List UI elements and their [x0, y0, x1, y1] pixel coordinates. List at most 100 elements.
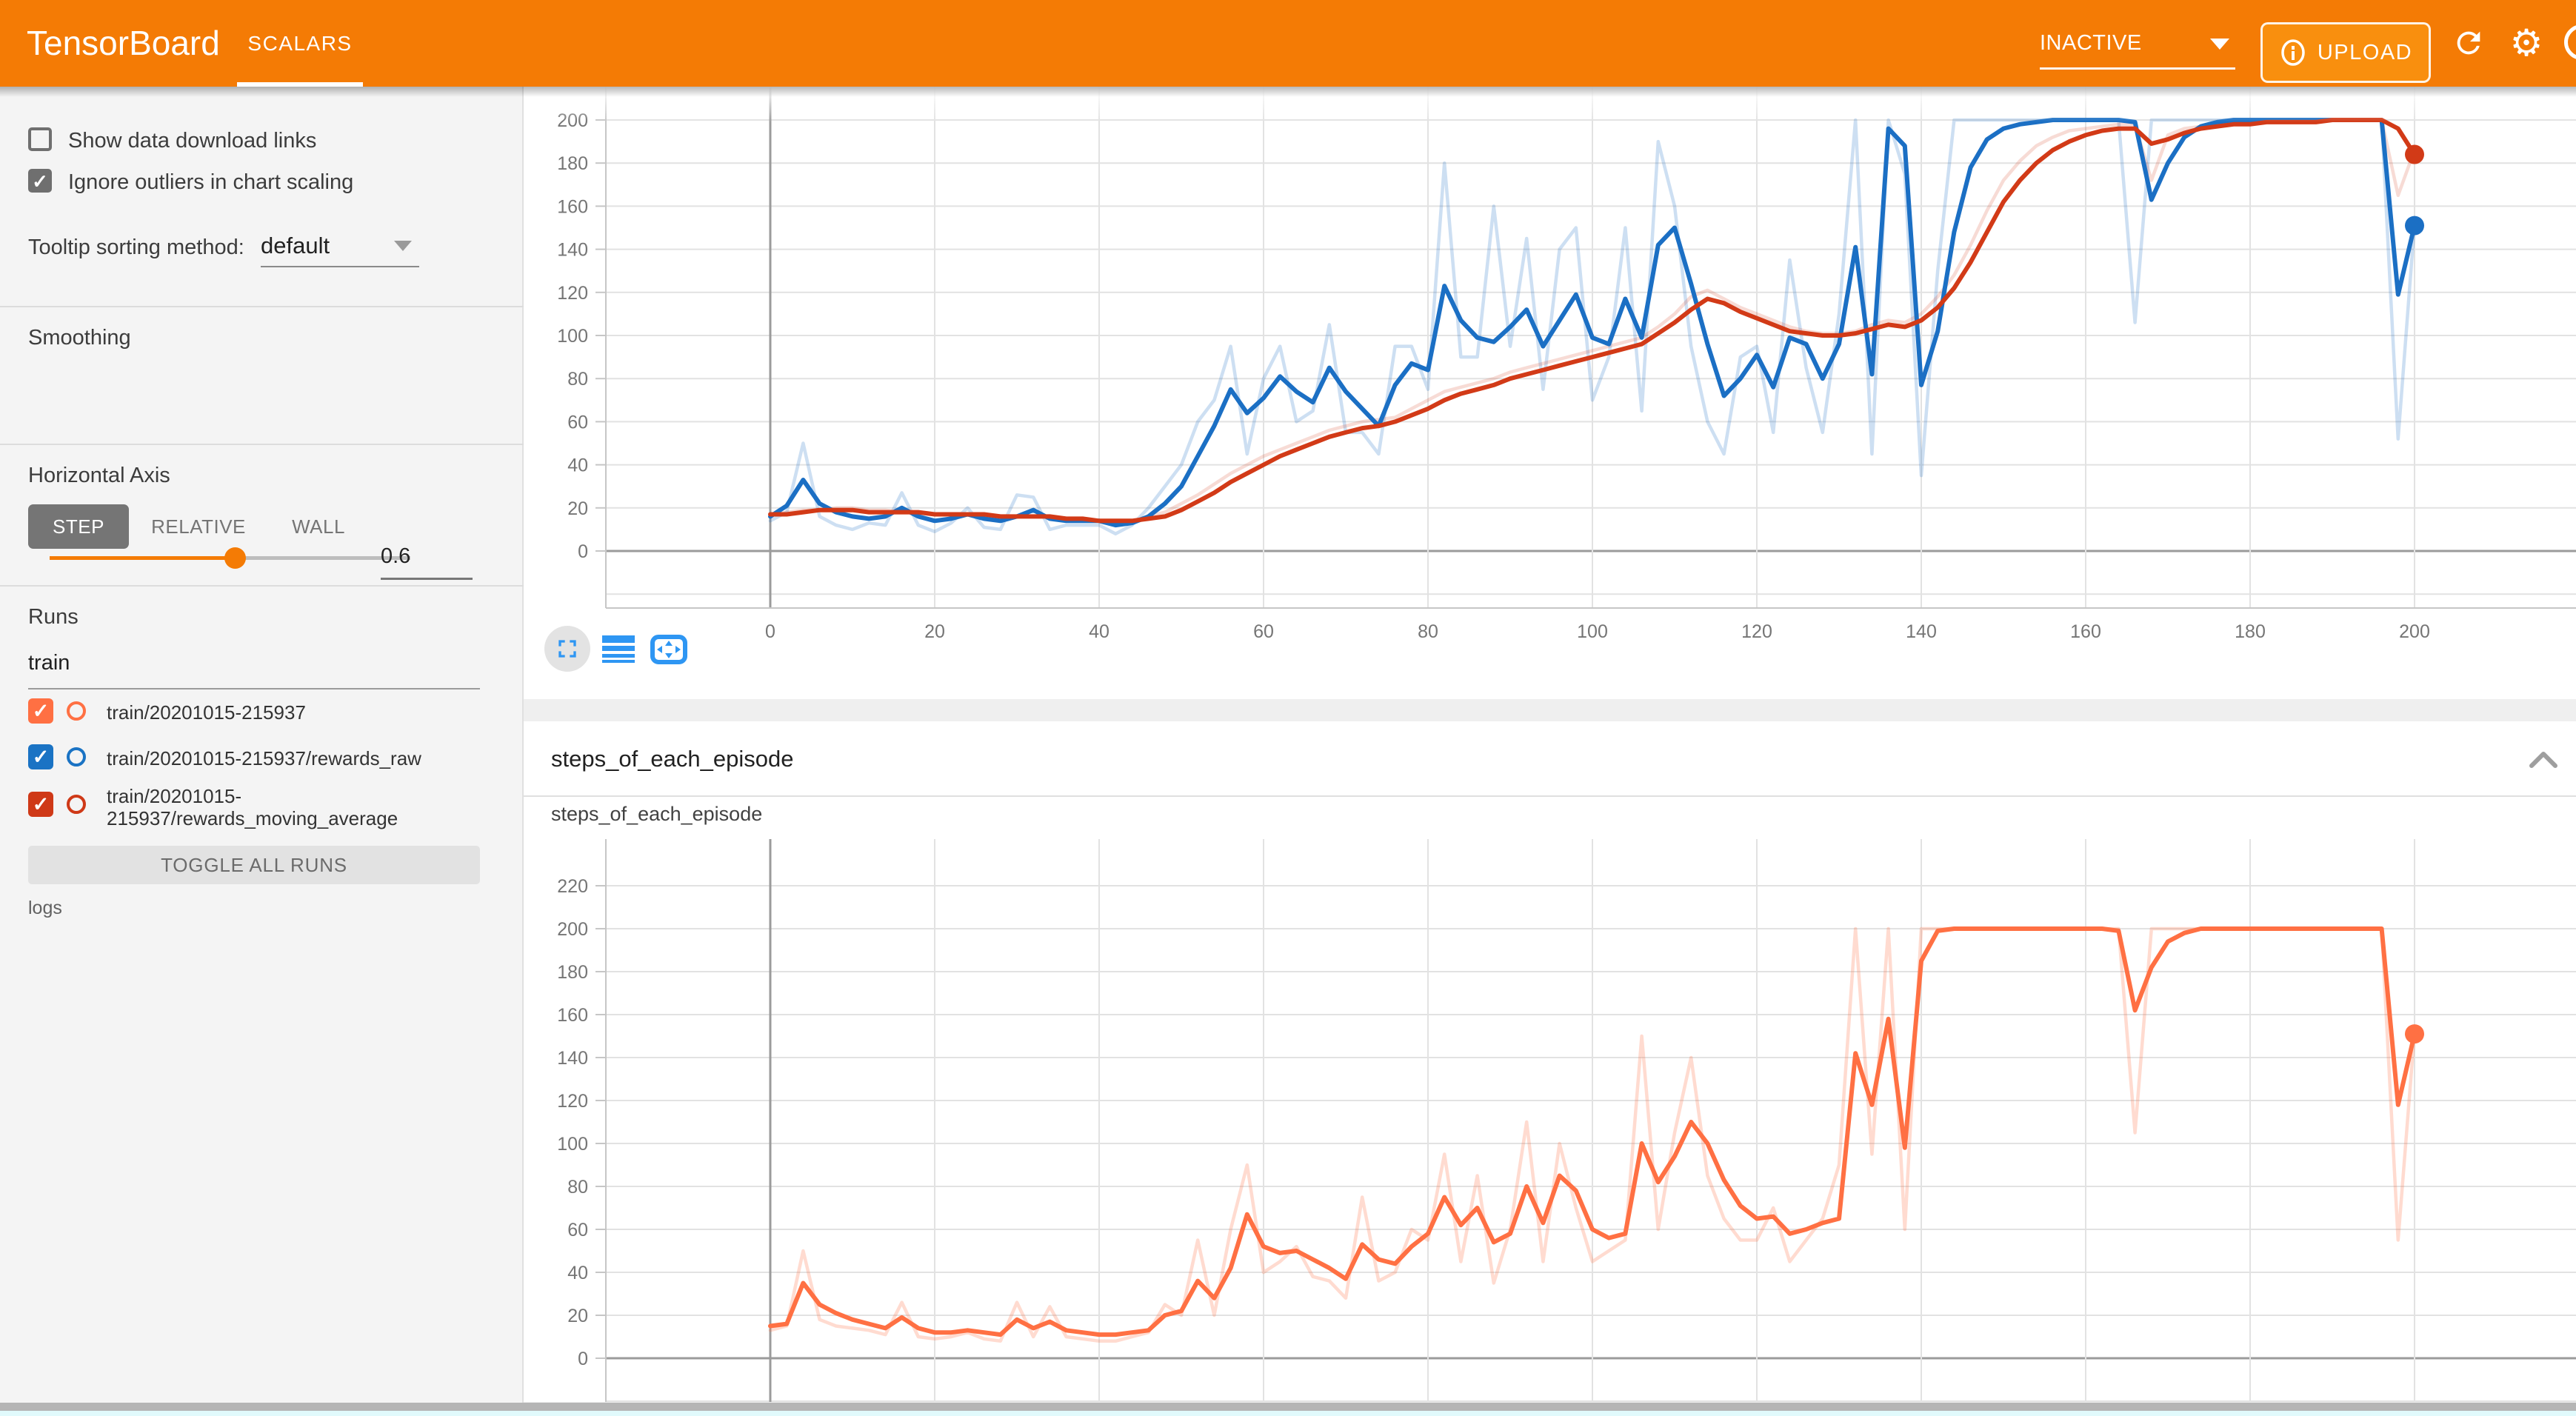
refresh-button[interactable]: [2450, 24, 2487, 61]
horizontal-scrollbar[interactable]: [0, 1403, 2576, 1411]
bottom-chart[interactable]: 020406080100120140160180200220: [524, 797, 2576, 1402]
y-axis-tick-label: 0: [578, 541, 588, 562]
smoothing-slider-knob[interactable]: [224, 547, 246, 569]
chevron-down-icon[interactable]: [2210, 39, 2229, 50]
divider: [0, 306, 524, 307]
series-endpoint-dot[interactable]: [2405, 1024, 2424, 1043]
ignore-outliers-checkbox[interactable]: ✓: [28, 169, 52, 193]
upload-label: UPLOAD: [2318, 41, 2412, 65]
run-color-swatch: [67, 795, 86, 814]
chevron-down-icon[interactable]: [394, 241, 412, 251]
y-axis-tick-label: 100: [557, 1134, 588, 1155]
y-axis-tick-label: 120: [557, 1091, 588, 1112]
section-header[interactable]: steps_of_each_episode: [524, 721, 2576, 797]
y-axis-tick-label: 140: [557, 240, 588, 261]
y-axis-tick-label: 60: [567, 1220, 588, 1240]
gear-icon: ⚙: [2510, 21, 2543, 64]
top-chart[interactable]: 0 20 40 60 80 100 120 140 160 180 200 0 20 40 60 80 100 1…: [524, 87, 2576, 638]
x-axis-tick-label: 120: [1741, 621, 1772, 638]
divider: [0, 444, 524, 445]
refresh-icon: [2452, 26, 2486, 60]
page-bottom-strip: [0, 1411, 2576, 1416]
x-axis-tick-label: 200: [2399, 621, 2430, 638]
y-axis-tick-label: 200: [557, 919, 588, 940]
smoothing-slider-fill: [50, 556, 235, 560]
app-header: TensorBoard SCALARS INACTIVE UPLOAD ⚙: [0, 0, 2576, 87]
run-label: train/20201015-215937/rewards_moving_ave…: [107, 785, 507, 829]
y-axis-tick-label: 40: [567, 1263, 588, 1283]
header-shadow: [0, 87, 2576, 97]
runs-filter-underline: [28, 688, 480, 689]
status-dropdown-underline: [2040, 67, 2235, 70]
expand-icon[interactable]: [553, 634, 582, 664]
show-download-links-label: Show data download links: [68, 129, 316, 153]
x-axis-tick-label: 180: [2235, 621, 2266, 638]
tooltip-select-underline: [261, 266, 419, 267]
smoothing-label: Smoothing: [28, 326, 131, 350]
y-axis-tick-label: 80: [567, 1177, 588, 1198]
x-axis-tick-label: 0: [765, 621, 775, 638]
app-logo: TensorBoard: [27, 0, 220, 87]
y-axis-tick-label: 220: [557, 876, 588, 897]
run-color-swatch: [67, 747, 86, 767]
horizontal-axis-label: Horizontal Axis: [28, 464, 170, 488]
runs-label: Runs: [28, 605, 79, 629]
info-icon: [2279, 39, 2307, 67]
y-axis-tick-label: 0: [578, 1349, 588, 1369]
y-axis-tick-label: 20: [567, 1306, 588, 1326]
y-axis-tick-label: 180: [557, 153, 588, 174]
x-axis-tick-label: 40: [1089, 621, 1110, 638]
y-axis-tick-label: 120: [557, 283, 588, 304]
tooltip-sorting-label: Tooltip sorting method:: [28, 236, 244, 260]
top-chart-canvas[interactable]: 0 20 40 60 80 100 120 140 160 180 200 0 20 40 60 80 100 1…: [524, 87, 2576, 638]
tab-active-indicator: [237, 82, 363, 87]
y-axis-tick-label: 80: [567, 369, 588, 390]
y-axis-tick-label: 160: [557, 196, 588, 217]
upload-button[interactable]: UPLOAD: [2260, 22, 2431, 83]
y-axis-tick-label: 180: [557, 962, 588, 983]
y-axis-tick-label: 20: [567, 498, 588, 519]
y-axis-tick-label: 200: [557, 110, 588, 131]
y-axis-tick-label: 40: [567, 455, 588, 476]
divider: [0, 585, 524, 587]
run-checkbox[interactable]: ✓: [28, 792, 53, 817]
data-list-icon[interactable]: [602, 634, 635, 664]
axis-option-relative[interactable]: RELATIVE: [148, 504, 249, 549]
x-axis-tick-label: 140: [1906, 621, 1937, 638]
tab-scalars[interactable]: SCALARS: [237, 0, 363, 87]
series-endpoint-dot[interactable]: [2405, 216, 2424, 236]
run-label: train/20201015-215937: [107, 701, 507, 724]
x-axis-tick-label: 20: [924, 621, 945, 638]
section-title: steps_of_each_episode: [551, 721, 793, 797]
ignore-outliers-label: Ignore outliers in chart scaling: [68, 170, 353, 195]
y-axis-tick-label: 140: [557, 1048, 588, 1069]
series-endpoint-dot[interactable]: [2405, 145, 2424, 164]
logs-label: logs: [28, 898, 62, 919]
run-label: train/20201015-215937/rewards_raw: [107, 747, 507, 769]
run-checkbox[interactable]: ✓: [28, 744, 53, 769]
axis-option-wall[interactable]: WALL: [281, 504, 356, 549]
x-axis-tick-label: 80: [1418, 621, 1438, 638]
tooltip-sorting-select[interactable]: default: [261, 233, 330, 259]
chevron-up-icon[interactable]: [2527, 748, 2560, 770]
status-dropdown[interactable]: INACTIVE: [2040, 28, 2235, 68]
settings-button[interactable]: ⚙: [2508, 24, 2545, 61]
axis-option-step[interactable]: STEP: [28, 504, 129, 549]
smoothing-value-underline: [381, 578, 473, 580]
run-checkbox[interactable]: ✓: [28, 698, 53, 724]
help-icon[interactable]: [2564, 24, 2576, 60]
sidebar: Show data download links ✓ Ignore outlie…: [0, 87, 524, 1416]
smoothing-value-input[interactable]: 0.6: [381, 544, 473, 569]
runs-filter-input[interactable]: train: [28, 651, 70, 675]
show-download-links-checkbox[interactable]: [28, 127, 52, 151]
bottom-chart-canvas[interactable]: 020406080100120140160180200220: [524, 797, 2576, 1402]
chart-toolbar: [544, 626, 737, 673]
y-axis-tick-label: 60: [567, 412, 588, 433]
x-axis-tick-label: 100: [1577, 621, 1608, 638]
fit-domain-icon[interactable]: [650, 634, 688, 665]
run-color-swatch: [67, 701, 86, 721]
x-axis-tick-label: 60: [1253, 621, 1274, 638]
y-axis-tick-label: 100: [557, 326, 588, 347]
toggle-all-runs-button[interactable]: TOGGLE ALL RUNS: [28, 846, 480, 884]
x-axis-tick-label: 160: [2070, 621, 2101, 638]
